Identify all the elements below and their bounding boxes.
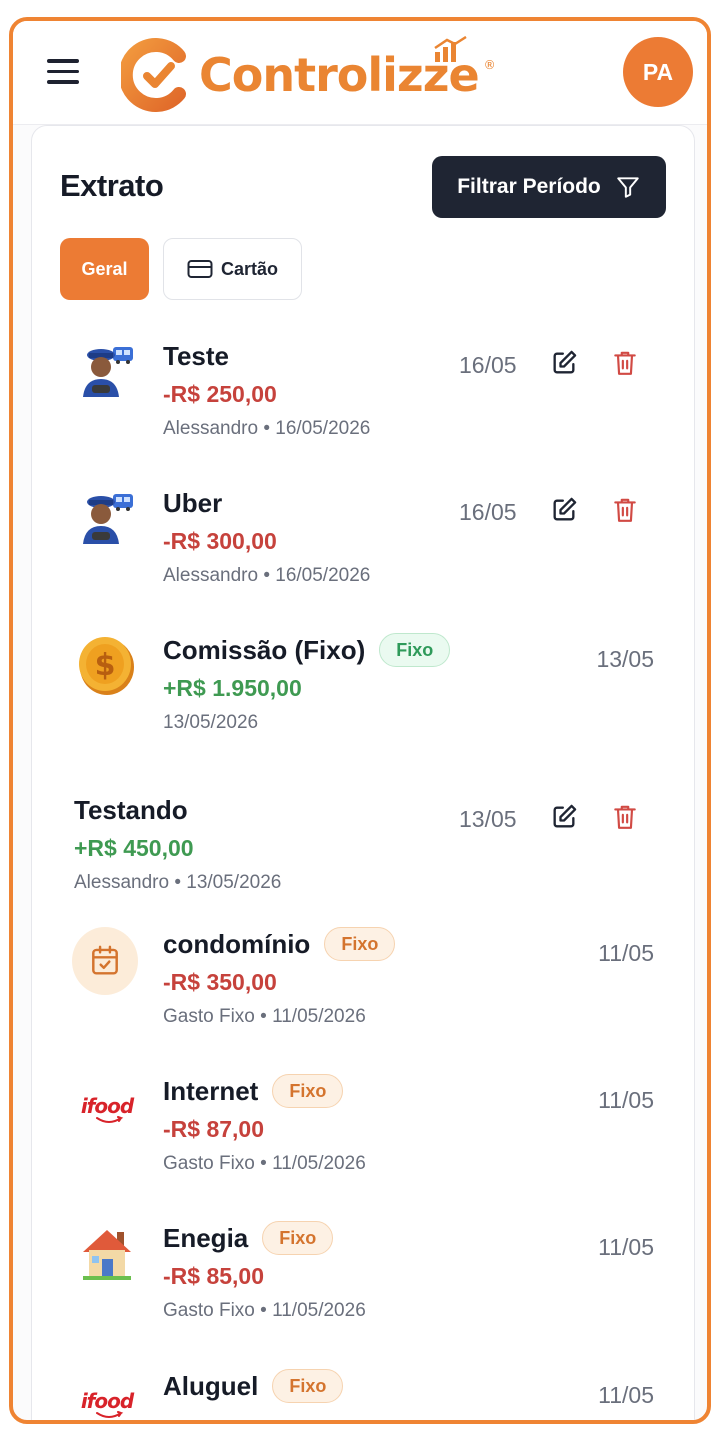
brand-logo[interactable]: Controlizze ® bbox=[121, 36, 496, 113]
transaction-row[interactable]: Enegia Fixo -R$ 85,00 Gasto Fixo • 11/05… bbox=[32, 1220, 694, 1360]
transaction-details: Internet Fixo -R$ 87,00 Gasto Fixo • 11/… bbox=[163, 1073, 366, 1175]
transaction-row[interactable]: ifood Internet Fixo -R$ 87,00 Gasto Fixo… bbox=[32, 1073, 694, 1213]
trash-icon[interactable] bbox=[608, 493, 642, 527]
transaction-meta: Alessandro • 16/05/2026 bbox=[163, 565, 371, 586]
transaction-amount: -R$ 350,00 bbox=[163, 969, 277, 995]
filter-period-button[interactable]: Filtrar Período bbox=[432, 156, 666, 218]
edit-icon[interactable] bbox=[547, 800, 581, 834]
ifood-logo-icon: ifood bbox=[74, 1073, 140, 1139]
transaction-name: Uber bbox=[163, 487, 223, 518]
transaction-details: Comissão (Fixo) Fixo +R$ 1.950,00 13/05/… bbox=[163, 632, 451, 734]
tab-geral[interactable]: Geral bbox=[60, 238, 149, 300]
transaction-date: 11/05 bbox=[598, 940, 654, 966]
transaction-row[interactable]: Teste -R$ 250,00 Alessandro • 16/05/2026… bbox=[32, 338, 694, 478]
app-frame: Controlizze ® PA Extrato Filtrar Período… bbox=[9, 17, 711, 1424]
trash-icon[interactable] bbox=[608, 346, 642, 380]
fixed-badge: Fixo bbox=[272, 1074, 344, 1108]
coin-dollar-icon: $ bbox=[74, 632, 140, 698]
transaction-date: 11/05 bbox=[598, 1382, 654, 1408]
transaction-amount: +R$ 1.950,00 bbox=[163, 675, 302, 701]
house-icon bbox=[74, 1220, 140, 1286]
transaction-details: Teste -R$ 250,00 Alessandro • 16/05/2026 bbox=[163, 338, 370, 440]
transaction-details: Testando +R$ 450,00 Alessandro • 13/05/2… bbox=[74, 792, 281, 894]
fixed-badge: Fixo bbox=[272, 1369, 344, 1403]
transaction-name: Teste bbox=[163, 340, 229, 371]
transaction-row[interactable]: condomínio Fixo -R$ 350,00 Gasto Fixo • … bbox=[32, 926, 694, 1066]
growth-bars-icon bbox=[433, 36, 467, 62]
transaction-date: 11/05 bbox=[598, 1087, 654, 1113]
transaction-row[interactable]: Uber -R$ 300,00 Alessandro • 16/05/2026 … bbox=[32, 485, 694, 625]
trash-icon[interactable] bbox=[608, 800, 642, 834]
transaction-amount: +R$ 450,00 bbox=[74, 835, 194, 861]
transaction-date: 11/05 bbox=[598, 1234, 654, 1260]
transaction-date: 16/05 bbox=[459, 499, 517, 525]
transaction-name: Testando bbox=[74, 794, 188, 825]
controlizze-c-icon bbox=[121, 38, 186, 112]
edit-icon[interactable] bbox=[547, 493, 581, 527]
transaction-date: 13/05 bbox=[596, 646, 654, 672]
edit-icon[interactable] bbox=[547, 346, 581, 380]
ifood-logo-icon: ifood bbox=[74, 1368, 140, 1420]
transaction-date: 13/05 bbox=[459, 806, 517, 832]
transaction-meta: Alessandro • 13/05/2026 bbox=[74, 872, 282, 893]
top-bar: Controlizze ® PA bbox=[13, 21, 707, 125]
transaction-details: Aluguel Fixo bbox=[163, 1368, 344, 1404]
transaction-name: Aluguel bbox=[163, 1370, 259, 1401]
transaction-name: Enegia bbox=[163, 1222, 249, 1253]
transaction-row[interactable]: Testando +R$ 450,00 Alessandro • 13/05/2… bbox=[32, 792, 694, 932]
transaction-meta: Gasto Fixo • 11/05/2026 bbox=[163, 1153, 366, 1174]
tab-geral-label: Geral bbox=[81, 258, 128, 279]
transaction-details: Enegia Fixo -R$ 85,00 Gasto Fixo • 11/05… bbox=[163, 1220, 366, 1322]
filter-period-label: Filtrar Período bbox=[457, 175, 601, 198]
transaction-details: condomínio Fixo -R$ 350,00 Gasto Fixo • … bbox=[163, 926, 396, 1028]
fixed-badge: Fixo bbox=[379, 633, 451, 667]
transaction-row[interactable]: $ Comissão (Fixo) Fixo +R$ 1.950,00 13/0… bbox=[32, 632, 694, 772]
registered-mark: ® bbox=[483, 58, 496, 72]
transaction-meta: 13/05/2026 bbox=[163, 712, 259, 733]
calendar-check-icon bbox=[72, 927, 138, 995]
fixed-badge: Fixo bbox=[262, 1221, 334, 1255]
transaction-name: condomínio bbox=[163, 928, 311, 959]
bus-driver-icon bbox=[74, 485, 140, 551]
transaction-amount: -R$ 250,00 bbox=[163, 381, 277, 407]
user-avatar[interactable]: PA bbox=[623, 37, 693, 107]
tab-cartao[interactable]: Cartão bbox=[163, 238, 302, 300]
transaction-name: Comissão (Fixo) bbox=[163, 634, 366, 665]
tab-cartao-label: Cartão bbox=[220, 258, 278, 279]
transaction-name: Internet bbox=[163, 1075, 259, 1106]
transaction-amount: -R$ 300,00 bbox=[163, 528, 277, 554]
filter-icon bbox=[617, 177, 639, 198]
bus-driver-icon bbox=[74, 338, 140, 404]
transaction-amount: -R$ 85,00 bbox=[163, 1263, 265, 1289]
transaction-date: 16/05 bbox=[459, 352, 517, 378]
credit-card-icon bbox=[187, 260, 213, 278]
page-title: Extrato bbox=[60, 168, 164, 203]
transaction-row[interactable]: ifood Aluguel Fixo 11/05 bbox=[32, 1368, 694, 1420]
svg-text:$: $ bbox=[95, 648, 116, 683]
fixed-badge: Fixo bbox=[324, 927, 396, 961]
hamburger-menu-icon[interactable] bbox=[47, 59, 79, 85]
transaction-amount: -R$ 87,00 bbox=[163, 1116, 265, 1142]
extrato-card: Extrato Filtrar Período Geral Cartão Tes… bbox=[31, 125, 695, 1420]
transaction-meta: Gasto Fixo • 11/05/2026 bbox=[163, 1300, 366, 1321]
transaction-meta: Alessandro • 16/05/2026 bbox=[163, 418, 371, 439]
transaction-meta: Gasto Fixo • 11/05/2026 bbox=[163, 1006, 366, 1027]
transaction-details: Uber -R$ 300,00 Alessandro • 16/05/2026 bbox=[163, 485, 370, 587]
